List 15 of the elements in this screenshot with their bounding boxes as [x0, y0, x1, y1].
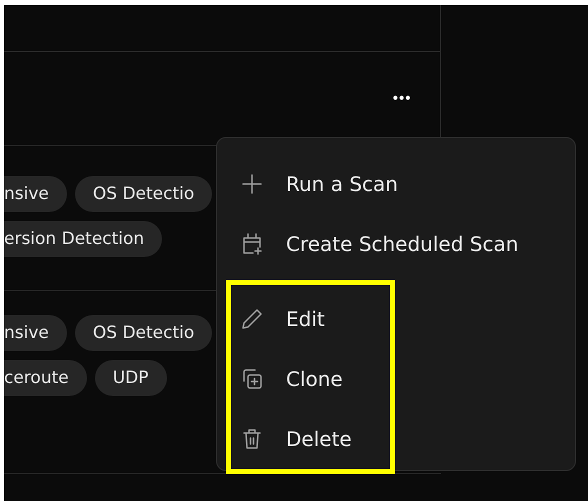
tag-chip: nsive	[4, 176, 67, 212]
menu-item[interactable]: Run a Scan	[231, 154, 556, 214]
tag-chip: OS Detectio	[74, 315, 212, 351]
plus-icon	[240, 172, 264, 196]
tag-chip: nsive	[4, 315, 67, 351]
more-options-button[interactable]: •••	[387, 88, 414, 108]
tag-chip: ersion Detection	[4, 221, 162, 257]
menu-item[interactable]: Delete	[231, 409, 390, 469]
pencil-icon	[240, 307, 264, 331]
tag-chip: OS Detectio	[74, 176, 212, 212]
tag-chip: ceroute	[4, 360, 87, 396]
menu-item[interactable]: Create Scheduled Scan	[231, 214, 556, 274]
menu-item[interactable]: Edit	[231, 289, 390, 349]
menu-item[interactable]: Clone	[231, 349, 390, 409]
tag-chip: UDP	[94, 360, 167, 396]
